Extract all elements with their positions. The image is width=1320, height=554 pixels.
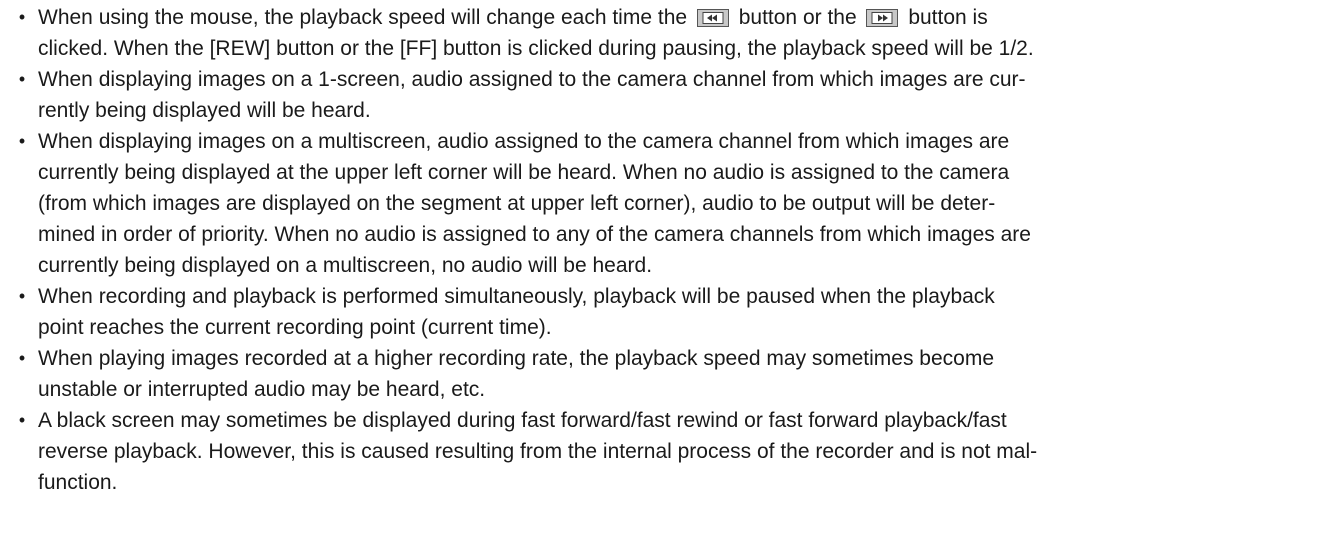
note-item-multiscreen-audio: • When displaying images on a multiscree…	[0, 126, 1320, 281]
note-line: When using the mouse, the playback speed…	[38, 6, 988, 29]
note-item-high-rate-playback: • When playing images recorded at a high…	[0, 343, 1320, 405]
note-line: unstable or interrupted audio may be hea…	[38, 378, 486, 401]
rewind-button-icon	[696, 9, 729, 27]
bullet: •	[18, 7, 26, 27]
fast-forward-button-icon	[866, 9, 899, 27]
note-line: reverse playback. However, this is cause…	[38, 440, 1038, 463]
note-item-simultaneous-recording: • When recording and playback is perform…	[0, 281, 1320, 343]
bullet: •	[18, 286, 26, 306]
note-line: When displaying images on a multiscreen,…	[38, 130, 1010, 153]
note-item-single-screen-audio: • When displaying images on a 1-screen, …	[0, 64, 1320, 126]
bullet: •	[18, 348, 26, 368]
note-line: When playing images recorded at a higher…	[38, 347, 995, 370]
note-item-black-screen: • A black screen may sometimes be displa…	[0, 405, 1320, 498]
note-item-mouse-speed: • When using the mouse, the playback spe…	[0, 2, 1320, 64]
note-line: currently being displayed at the upper l…	[38, 161, 1010, 184]
note-line: When recording and playback is performed…	[38, 285, 995, 308]
note-line: mined in order of priority. When no audi…	[38, 223, 1031, 246]
note-line: currently being displayed on a multiscre…	[38, 254, 653, 277]
note-line: clicked. When the [REW] button or the [F…	[38, 37, 1034, 60]
note-line: When displaying images on a 1-screen, au…	[38, 68, 1026, 91]
notes-list: • When using the mouse, the playback spe…	[0, 0, 1320, 498]
note-line: function.	[38, 471, 118, 494]
bullet: •	[18, 410, 26, 430]
note-line: (from which images are displayed on the …	[38, 192, 996, 215]
bullet: •	[18, 69, 26, 89]
note-line: point reaches the current recording poin…	[38, 316, 552, 339]
note-line: rently being displayed will be heard.	[38, 99, 371, 122]
bullet: •	[18, 131, 26, 151]
note-line: A black screen may sometimes be displaye…	[38, 409, 1007, 432]
